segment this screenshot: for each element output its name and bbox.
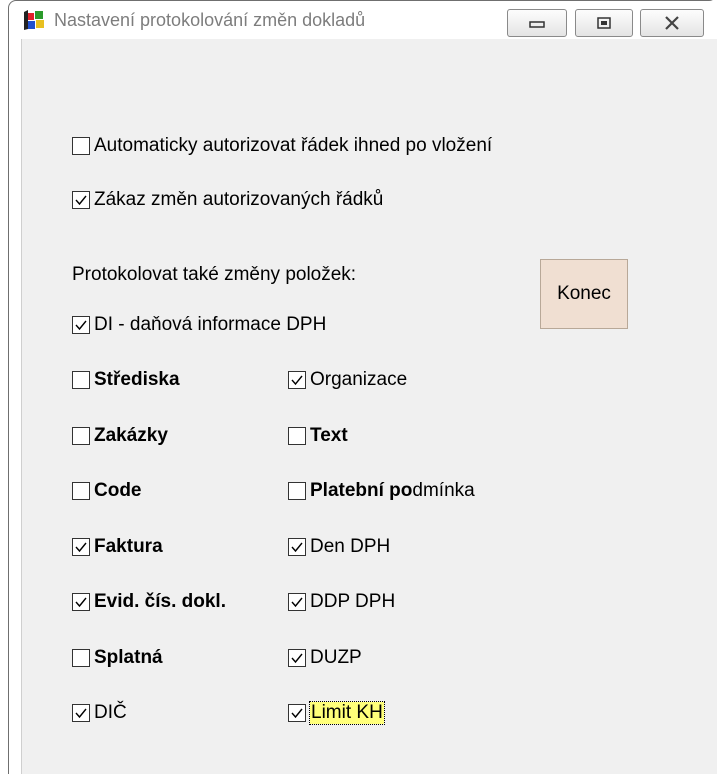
organizace-checkbox[interactable] [288,371,306,389]
maximize-button[interactable] [575,9,633,37]
code-label: Code [94,480,142,501]
item-dic[interactable]: DIČ [72,702,127,724]
section-label: Protokolovat také změny položek: [72,264,356,286]
strediska-label: Střediska [94,369,180,390]
item-di[interactable]: DI - daňová informace DPH [72,314,326,336]
zakazky-checkbox[interactable] [72,427,90,445]
faktura-checkbox[interactable] [72,538,90,556]
item-limit-kh[interactable]: Limit KH [288,701,385,725]
checkmark-icon [75,597,87,608]
close-icon [665,16,679,30]
close-button[interactable] [640,9,704,37]
forbid-changes-checkbox[interactable] [72,191,90,209]
checkmark-icon [291,375,303,386]
item-duzp[interactable]: DUZP [288,647,362,669]
ddp-dph-checkbox[interactable] [288,593,306,611]
auto-authorize-checkbox[interactable] [72,137,90,155]
text-label: Text [310,425,348,446]
limit-kh-checkbox[interactable] [288,704,306,722]
strediska-checkbox[interactable] [72,371,90,389]
item-strediska[interactable]: Střediska [72,369,180,391]
item-evid[interactable]: Evid. čís. dokl. [72,591,226,613]
item-code[interactable]: Code [72,480,142,502]
section-label-text: Protokolovat také změny položek: [72,264,357,285]
restore-icon [597,17,611,29]
duzp-checkbox[interactable] [288,649,306,667]
item-splatna[interactable]: Splatná [72,647,163,669]
text-checkbox[interactable] [288,427,306,445]
splatna-checkbox[interactable] [72,649,90,667]
zakazky-label: Zakázky [94,425,168,446]
checkmark-icon [75,320,87,331]
den-dph-checkbox[interactable] [288,538,306,556]
app-icon [24,10,44,30]
item-platebni-podminka[interactable]: Platební po dmínka [288,480,475,502]
platebni-label-rest: dmínka [412,480,475,501]
platebni-label-bold: Platební po [310,480,413,501]
den-dph-label: Den DPH [310,536,391,557]
item-zakazky[interactable]: Zakázky [72,425,168,447]
checkmark-icon [291,542,303,553]
di-checkbox[interactable] [72,316,90,334]
window-frame-left [9,39,22,774]
organizace-label: Organizace [310,369,408,390]
ddp-dph-label: DDP DPH [310,591,396,612]
evid-label: Evid. čís. dokl. [94,591,226,612]
dialog-window: Nastavení protokolování změn dokladů Aut… [8,0,717,774]
item-text[interactable]: Text [288,425,348,447]
checkmark-icon [291,597,303,608]
item-den-dph[interactable]: Den DPH [288,536,390,558]
auto-authorize-option[interactable]: Automaticky autorizovat řádek ihned po v… [72,135,492,157]
evid-checkbox[interactable] [72,593,90,611]
minimize-button[interactable] [507,9,567,37]
checkmark-icon [291,653,303,664]
di-label: DI - daňová informace DPH [94,314,327,335]
splatna-label: Splatná [94,647,163,668]
limit-kh-label: Limit KH [309,701,385,725]
konec-button[interactable]: Konec [540,259,628,329]
item-faktura[interactable]: Faktura [72,536,163,558]
auto-authorize-label: Automaticky autorizovat řádek ihned po v… [94,135,493,156]
minimize-icon [529,21,545,28]
title-bar[interactable]: Nastavení protokolování změn dokladů [9,1,717,39]
item-organizace[interactable]: Organizace [288,369,407,391]
checkmark-icon [291,708,303,719]
window-title: Nastavení protokolování změn dokladů [54,10,366,30]
forbid-changes-option[interactable]: Zákaz změn autorizovaných řádků [72,189,383,211]
checkmark-icon [75,195,87,206]
checkmark-icon [75,708,87,719]
forbid-changes-label: Zákaz změn autorizovaných řádků [94,189,384,210]
faktura-label: Faktura [94,536,163,557]
code-checkbox[interactable] [72,482,90,500]
dic-checkbox[interactable] [72,704,90,722]
dialog-content: Automaticky autorizovat řádek ihned po v… [22,39,717,774]
platebni-checkbox[interactable] [288,482,306,500]
dic-label: DIČ [94,702,127,723]
duzp-label: DUZP [310,647,362,668]
item-ddp-dph[interactable]: DDP DPH [288,591,395,613]
checkmark-icon [75,542,87,553]
